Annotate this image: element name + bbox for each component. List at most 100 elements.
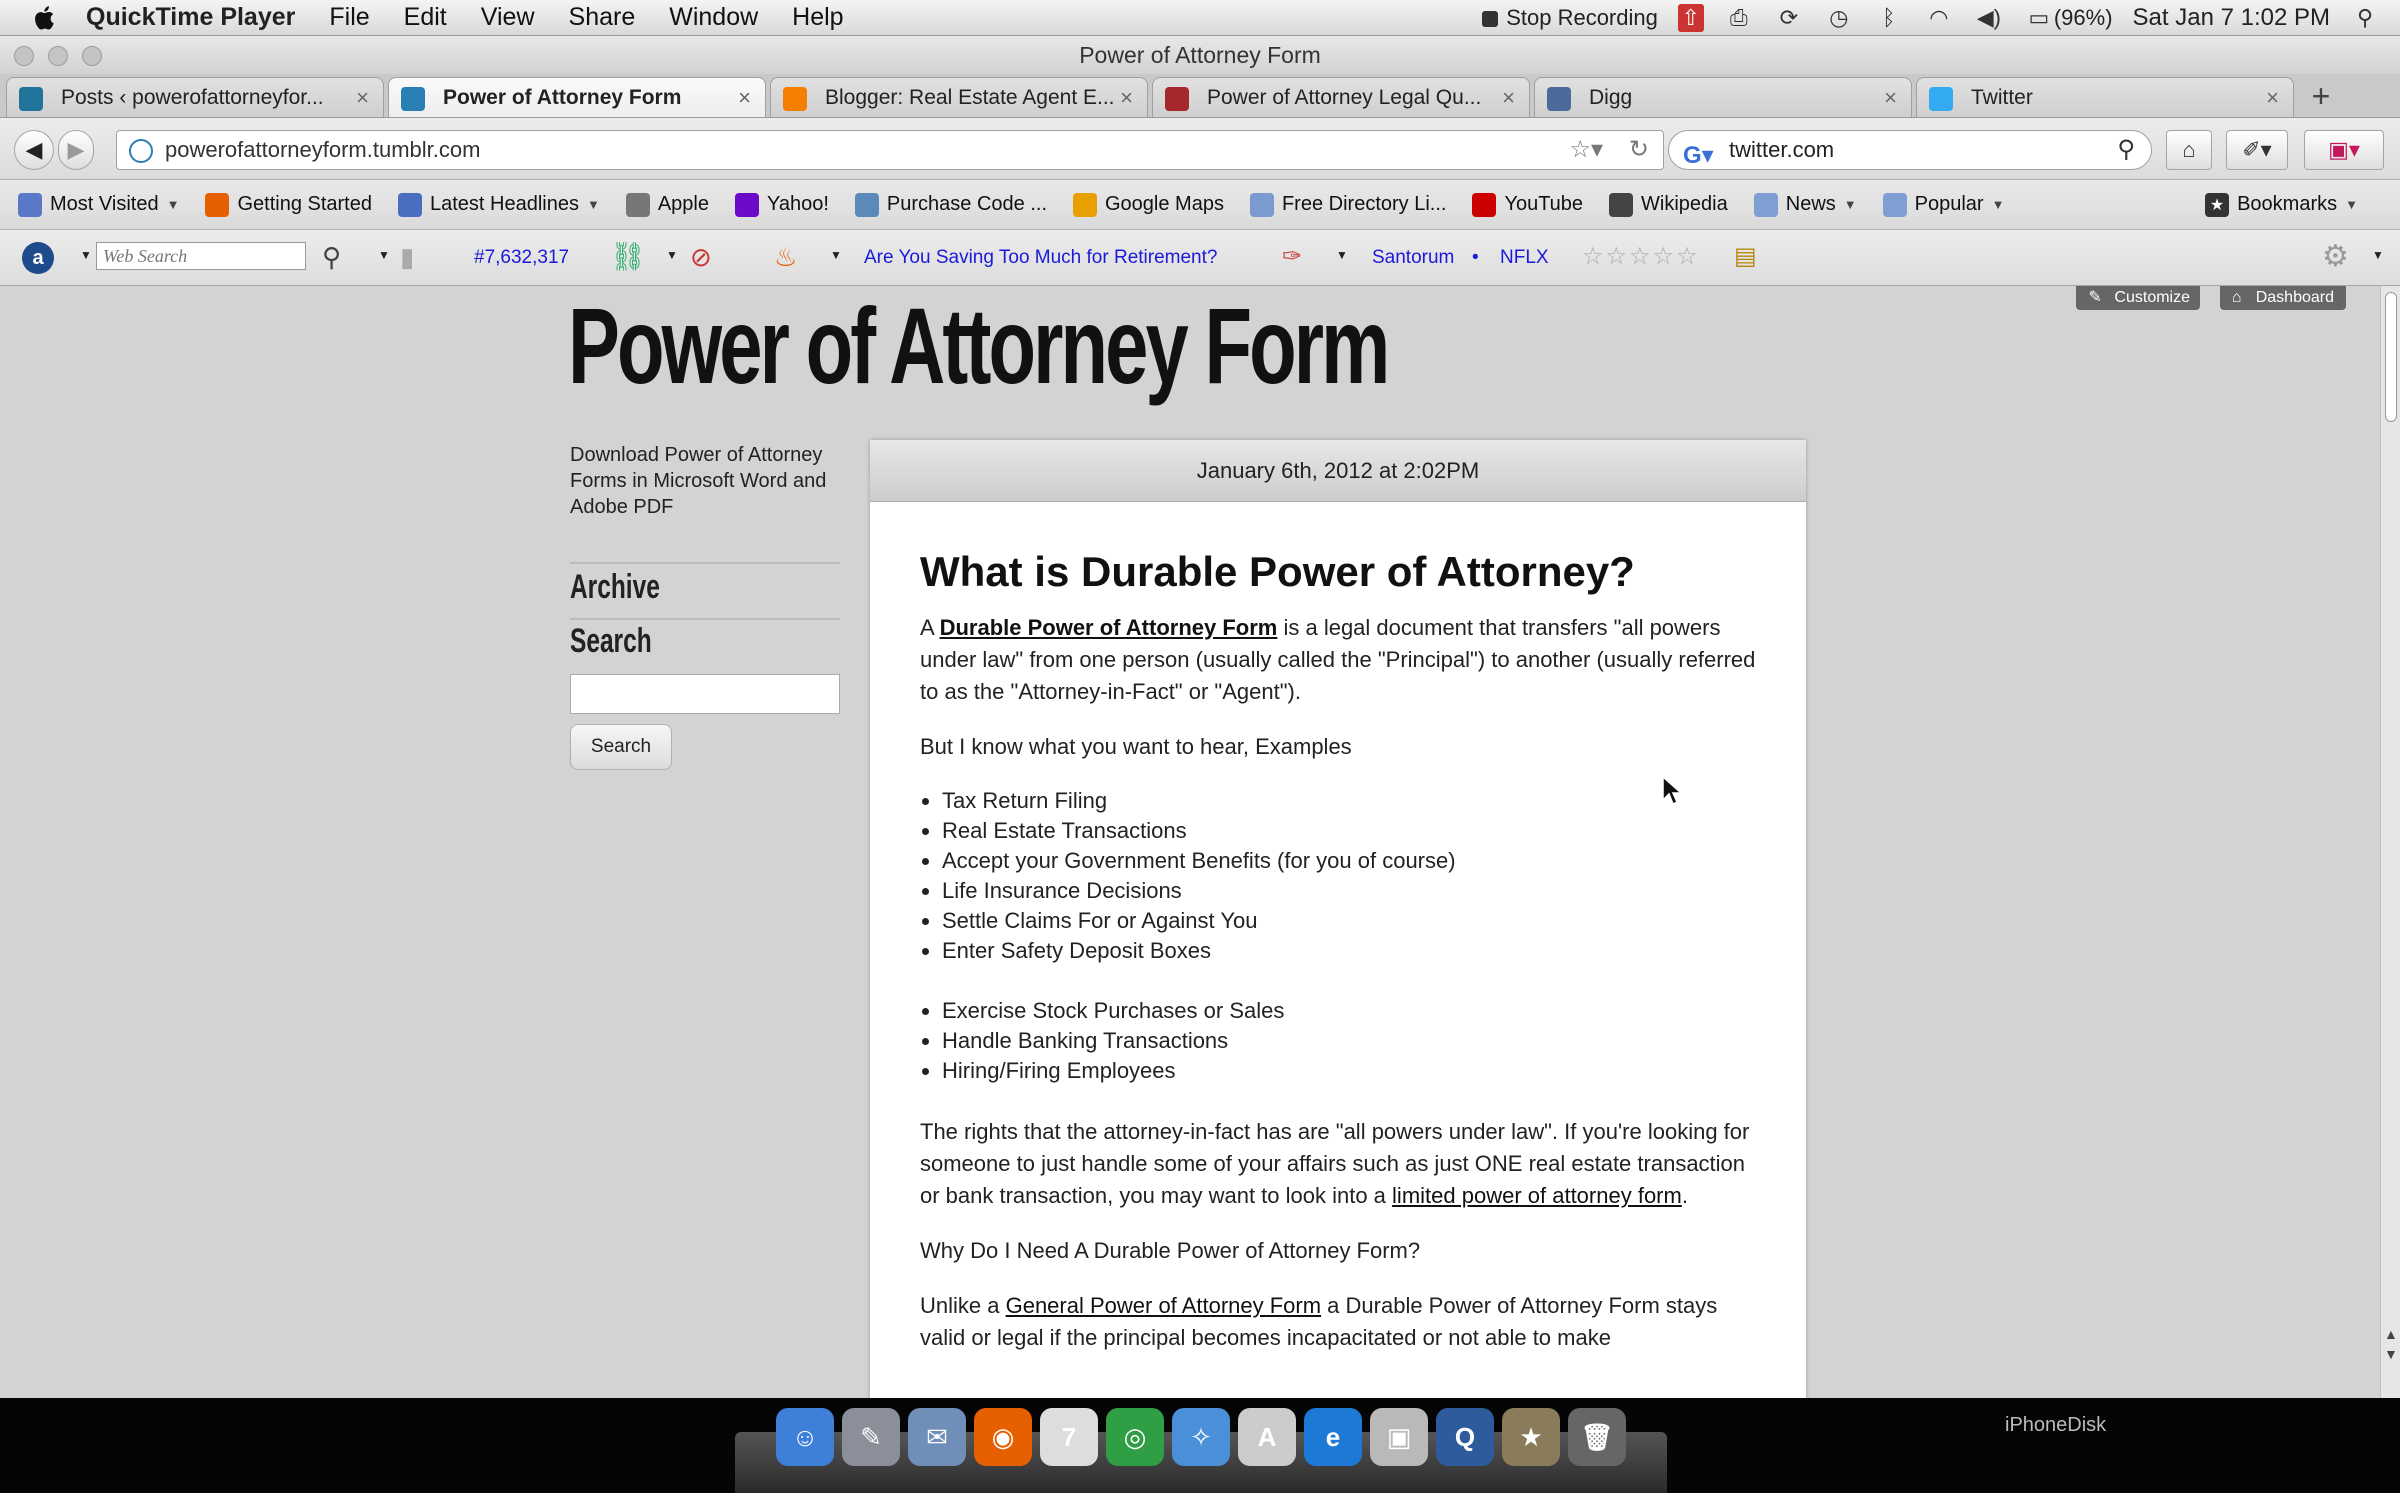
limited-poa-link[interactable]: limited power of attorney form [1392,1183,1682,1208]
battery-status[interactable]: ▭ (96%) [2024,4,2112,32]
bookmark-12[interactable]: Popular ▼ [1882,192,2004,217]
bluetooth-icon[interactable]: ᛒ [1874,4,1904,32]
upload-icon[interactable]: ⇧ [1677,4,1704,32]
close-window-button[interactable] [14,46,34,66]
close-tab-icon[interactable]: × [738,78,751,117]
fire-icon[interactable]: ♨ [774,242,797,272]
tab-3[interactable]: Blogger: Real Estate Agent E... × [770,77,1148,117]
menu-help[interactable]: Help [792,3,843,32]
minimize-window-button[interactable] [48,46,68,66]
durable-poa-link[interactable]: Durable Power of Attorney Form [940,615,1278,640]
tab-2[interactable]: Power of Attorney Form × [388,77,766,117]
printer-icon[interactable]: ⎙ [1724,4,1754,32]
finder-icon[interactable]: ☺ [776,1408,834,1466]
imovie-icon[interactable]: ★ [1502,1408,1560,1466]
bookmark-1[interactable]: Most Visited ▼ [18,192,179,217]
chevron-down-icon[interactable]: ▼ [80,248,92,262]
bookmark-10[interactable]: Wikipedia [1609,192,1728,217]
chevron-down-icon[interactable]: ▼ [830,248,842,262]
chrome-icon[interactable]: ◎ [1106,1408,1164,1466]
tab-4[interactable]: Power of Attorney Legal Qu... × [1152,77,1530,117]
back-button[interactable]: ◀ [14,130,54,170]
time-machine-icon[interactable]: ◷ [1824,4,1854,32]
quicktime-icon[interactable]: Q [1436,1408,1494,1466]
tab-6[interactable]: Twitter × [1916,77,2294,117]
close-tab-icon[interactable]: × [2266,78,2279,117]
blog-search-button[interactable]: Search [570,724,672,770]
tab-5[interactable]: Digg × [1534,77,1912,117]
iphonedisk-label[interactable]: iPhoneDisk [2005,1414,2106,1437]
tag-icon[interactable]: ⊘ [690,242,712,272]
sync-icon[interactable]: ⟳ [1774,4,1804,32]
photos-icon[interactable]: ▣ [1370,1408,1428,1466]
link-santorum[interactable]: Santorum [1372,242,1454,274]
clock[interactable]: Sat Jan 7 1:02 PM [2133,4,2330,32]
bookmarks-menu[interactable]: ★ Bookmarks ▼ [2205,192,2358,217]
addon-button[interactable]: ✐▾ [2226,130,2288,170]
tool-icon[interactable]: ✑ [1282,242,1302,272]
bookmark-6[interactable]: Purchase Code ... [854,192,1047,217]
stop-recording-button[interactable]: Stop Recording [1482,5,1658,31]
url-bar[interactable]: powerofattorneyform.tumblr.com ☆▾ ↻ [116,130,1664,170]
bookmark-11[interactable]: News ▼ [1753,192,1857,217]
menu-app-name[interactable]: QuickTime Player [86,3,295,32]
chevron-down-icon[interactable]: ▼ [378,248,390,262]
ad-link[interactable]: Are You Saving Too Much for Retirement? [864,242,1217,274]
scroll-down-icon[interactable]: ▼ [2384,1346,2398,1362]
gear-icon[interactable]: ⚙ [2322,242,2349,272]
link-icon[interactable]: ⛓ [610,242,646,272]
close-tab-icon[interactable]: × [1884,78,1897,117]
zoom-window-button[interactable] [82,46,102,66]
addon-logo-icon[interactable]: a [22,242,54,274]
extension-button[interactable]: ▣▾ [2304,130,2384,170]
new-tab-button[interactable]: + [2298,77,2344,117]
rating-stars[interactable]: ☆☆☆☆☆ [1582,242,1700,272]
bookmark-star-icon[interactable]: ☆▾ [1569,131,1603,169]
site-title[interactable]: Power of Attorney Form [568,286,1390,406]
google-icon[interactable]: G▾ [1683,137,1714,175]
magnifier-icon[interactable]: ⚲ [322,242,341,272]
apple-menu-icon[interactable] [30,3,60,33]
spotlight-icon[interactable]: ⚲ [2350,4,2380,32]
bookmark-9[interactable]: YouTube [1472,192,1583,217]
menu-file[interactable]: File [329,3,369,32]
bar-chart-icon[interactable]: ▮ [400,242,414,272]
menu-edit[interactable]: Edit [404,3,447,32]
alexa-rank[interactable]: #7,632,317 [474,242,569,274]
menu-window[interactable]: Window [669,3,758,32]
firefox-icon[interactable]: ◉ [974,1408,1032,1466]
bookmark-5[interactable]: Yahoo! [735,192,829,217]
vertical-scrollbar[interactable]: ▲ ▼ [2380,286,2400,1398]
search-icon[interactable]: ⚲ [2117,131,2135,169]
close-tab-icon[interactable]: × [356,78,369,117]
general-poa-link[interactable]: General Power of Attorney Form [1006,1293,1321,1318]
blog-search-input[interactable] [570,674,840,714]
scroll-up-icon[interactable]: ▲ [2384,1326,2398,1342]
bookmark-7[interactable]: Google Maps [1073,192,1224,217]
menu-share[interactable]: Share [569,3,636,32]
trash-icon[interactable]: 🗑 [1568,1408,1626,1466]
close-tab-icon[interactable]: × [1120,78,1133,117]
wifi-icon[interactable]: ◠ [1924,4,1954,32]
tab-1[interactable]: Posts ‹ powerofattorneyfor... × [6,77,384,117]
ical-icon[interactable]: 7 [1040,1408,1098,1466]
scrollbar-thumb[interactable] [2385,292,2397,422]
link-nflx[interactable]: NFLX [1500,242,1549,274]
menu-view[interactable]: View [481,3,535,32]
acrobat-icon[interactable]: A [1238,1408,1296,1466]
preview-icon[interactable]: ✎ [842,1408,900,1466]
bookmark-8[interactable]: Free Directory Li... [1249,192,1446,217]
bookmark-3[interactable]: Latest Headlines ▼ [397,192,600,217]
archive-link[interactable]: Archive [570,568,660,607]
customize-button[interactable]: ✎ Customize [2076,286,2200,310]
bookmark-4[interactable]: Apple [625,192,709,217]
internet-explorer-icon[interactable]: e [1304,1408,1362,1466]
chevron-down-icon[interactable]: ▼ [2372,248,2384,262]
chevron-down-icon[interactable]: ▼ [1336,248,1348,262]
bookmark-2[interactable]: Getting Started [205,192,372,217]
mail-icon[interactable]: ✉ [908,1408,966,1466]
volume-icon[interactable]: ◀) [1974,4,2004,32]
home-button[interactable]: ⌂ [2166,130,2212,170]
search-bar[interactable]: G▾ twitter.com ⚲ [1668,130,2152,170]
chevron-down-icon[interactable]: ▼ [666,248,678,262]
